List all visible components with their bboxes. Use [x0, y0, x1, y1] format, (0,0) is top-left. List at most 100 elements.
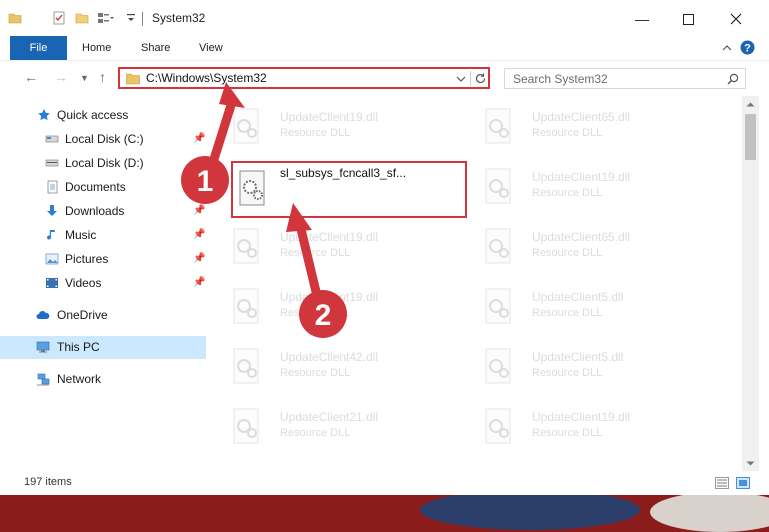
maximize-icon: [682, 13, 694, 25]
file-name: UpdateClient5.dll: [532, 290, 624, 304]
status-bar: 197 items: [0, 471, 769, 495]
file-name: UpdateClient5.dll: [532, 350, 624, 364]
large-icons-view-icon[interactable]: [736, 477, 750, 489]
network-icon: [37, 373, 50, 386]
list-item[interactable]: UpdateClient19.dll Resource DLL: [478, 160, 718, 210]
folder-icon[interactable]: [8, 11, 22, 25]
help-icon[interactable]: ?: [740, 40, 755, 55]
sidebar-item-local-disk-d[interactable]: Local Disk (D:): [0, 152, 206, 174]
refresh-icon[interactable]: [474, 72, 487, 85]
sidebar-item-label: Quick access: [57, 108, 129, 122]
svg-text:?: ?: [744, 43, 751, 55]
sidebar-item-label: Downloads: [65, 204, 125, 218]
document-icon: [47, 180, 58, 194]
file-name: UpdateClient65.dll: [532, 230, 631, 244]
dll-file-icon: [485, 168, 511, 204]
sidebar-item-local-disk-c[interactable]: Local Disk (C:) 📌: [0, 128, 206, 150]
vertical-scrollbar[interactable]: [742, 96, 759, 471]
file-name: UpdateClient19.dll: [532, 410, 631, 424]
list-item[interactable]: UpdateClient65.dll Resource DLL: [478, 100, 718, 150]
file-name: UpdateClient19.dll: [280, 290, 379, 304]
sidebar-item-label: Local Disk (C:): [65, 132, 144, 146]
file-type: Resource DLL: [280, 307, 351, 319]
tab-share[interactable]: Share: [141, 36, 170, 60]
pin-icon: 📌: [193, 133, 206, 144]
list-item[interactable]: UpdateClient42.dll Resource DLL: [226, 340, 466, 390]
tab-home[interactable]: Home: [82, 36, 111, 60]
close-button[interactable]: [714, 6, 758, 32]
drive-icon: [45, 135, 59, 143]
recent-locations-button[interactable]: ▼: [80, 73, 89, 83]
sidebar-item-music[interactable]: Music 📌: [0, 224, 206, 246]
search-input[interactable]: Search System32: [504, 68, 746, 89]
target-file-highlight: [231, 161, 467, 218]
address-bar[interactable]: C:\Windows\System32: [118, 67, 490, 89]
search-icon: [727, 73, 739, 85]
window-title: System32: [152, 11, 206, 25]
title-bar: System32 —: [0, 0, 769, 36]
view-options-icon[interactable]: [97, 11, 115, 25]
list-item[interactable]: UpdateClient21.dll Resource DLL: [226, 400, 466, 450]
scrollbar-thumb[interactable]: [745, 114, 756, 160]
list-item[interactable]: UpdateClient19.dll Resource DLL: [226, 100, 466, 150]
details-view-icon[interactable]: [715, 477, 729, 489]
list-item[interactable]: UpdateClient5.dll Resource DLL: [478, 280, 718, 330]
new-folder-icon[interactable]: [75, 11, 89, 25]
file-list: UpdateClient19.dll Resource DLL UpdateCl…: [226, 96, 741, 471]
sidebar-item-label: Videos: [65, 276, 102, 290]
pin-icon: 📌: [193, 205, 206, 216]
file-type: Resource DLL: [532, 247, 603, 259]
file-name: UpdateClient19.dll: [280, 110, 379, 124]
sidebar-item-documents[interactable]: Documents 📌: [0, 176, 206, 198]
properties-icon[interactable]: [52, 11, 66, 25]
list-item[interactable]: UpdateClient19.dll Resource DLL: [478, 400, 718, 450]
scroll-down-icon[interactable]: [746, 460, 755, 468]
file-name: UpdateClient19.dll: [532, 170, 631, 184]
minimize-icon: —: [635, 11, 649, 27]
file-type: Resource DLL: [280, 127, 351, 139]
pin-icon: 📌: [193, 229, 206, 240]
desktop-background-bottom: [420, 490, 640, 530]
title-separator: [142, 12, 143, 26]
pin-icon: 📌: [193, 181, 206, 192]
customize-toolbar-icon[interactable]: [126, 11, 136, 25]
sidebar-item-downloads[interactable]: Downloads 📌: [0, 200, 206, 222]
close-icon: [730, 13, 742, 25]
file-type: Resource DLL: [280, 427, 351, 439]
sidebar-item-network[interactable]: Network: [0, 368, 206, 390]
sidebar-item-videos[interactable]: Videos 📌: [0, 272, 206, 294]
tab-file[interactable]: File: [10, 36, 67, 60]
sidebar-item-label: This PC: [57, 340, 100, 354]
expand-ribbon-icon[interactable]: [721, 42, 733, 54]
list-item[interactable]: UpdateClient19.dll Resource DLL: [226, 220, 466, 270]
minimize-button[interactable]: —: [620, 6, 664, 32]
sidebar-item-quick-access[interactable]: Quick access: [0, 104, 206, 126]
sidebar-item-this-pc[interactable]: This PC: [0, 336, 206, 359]
file-type: Resource DLL: [532, 367, 603, 379]
dll-file-icon: [485, 408, 511, 444]
up-button[interactable]: ↑: [99, 69, 106, 85]
sidebar-item-label: Pictures: [65, 252, 109, 266]
dll-file-icon: [485, 108, 511, 144]
file-type: Resource DLL: [280, 367, 351, 379]
chevron-down-icon[interactable]: [456, 74, 466, 84]
forward-button[interactable]: →: [54, 69, 68, 85]
navigation-pane: Quick access Local Disk (C:) 📌 Local Dis…: [0, 96, 212, 471]
dll-file-icon: [233, 288, 259, 324]
scroll-up-icon[interactable]: [746, 100, 755, 108]
explorer-window: System32 — File Home Share View ? ← → ▼ …: [0, 0, 769, 495]
back-button[interactable]: ←: [24, 69, 38, 85]
folder-icon: [126, 73, 140, 85]
address-path: C:\Windows\System32: [146, 71, 267, 85]
tab-view[interactable]: View: [199, 36, 223, 60]
desktop-background-bottom-light: [650, 492, 769, 532]
sidebar-item-label: Local Disk (D:): [65, 156, 144, 170]
drive-icon: [45, 159, 59, 167]
sidebar-item-onedrive[interactable]: OneDrive: [0, 304, 206, 326]
list-item[interactable]: UpdateClient5.dll Resource DLL: [478, 340, 718, 390]
sidebar-item-pictures[interactable]: Pictures 📌: [0, 248, 206, 270]
file-type: Resource DLL: [280, 247, 351, 259]
list-item[interactable]: UpdateClient65.dll Resource DLL: [478, 220, 718, 270]
list-item[interactable]: UpdateClient19.dll Resource DLL: [226, 280, 466, 330]
maximize-button[interactable]: [666, 6, 710, 32]
